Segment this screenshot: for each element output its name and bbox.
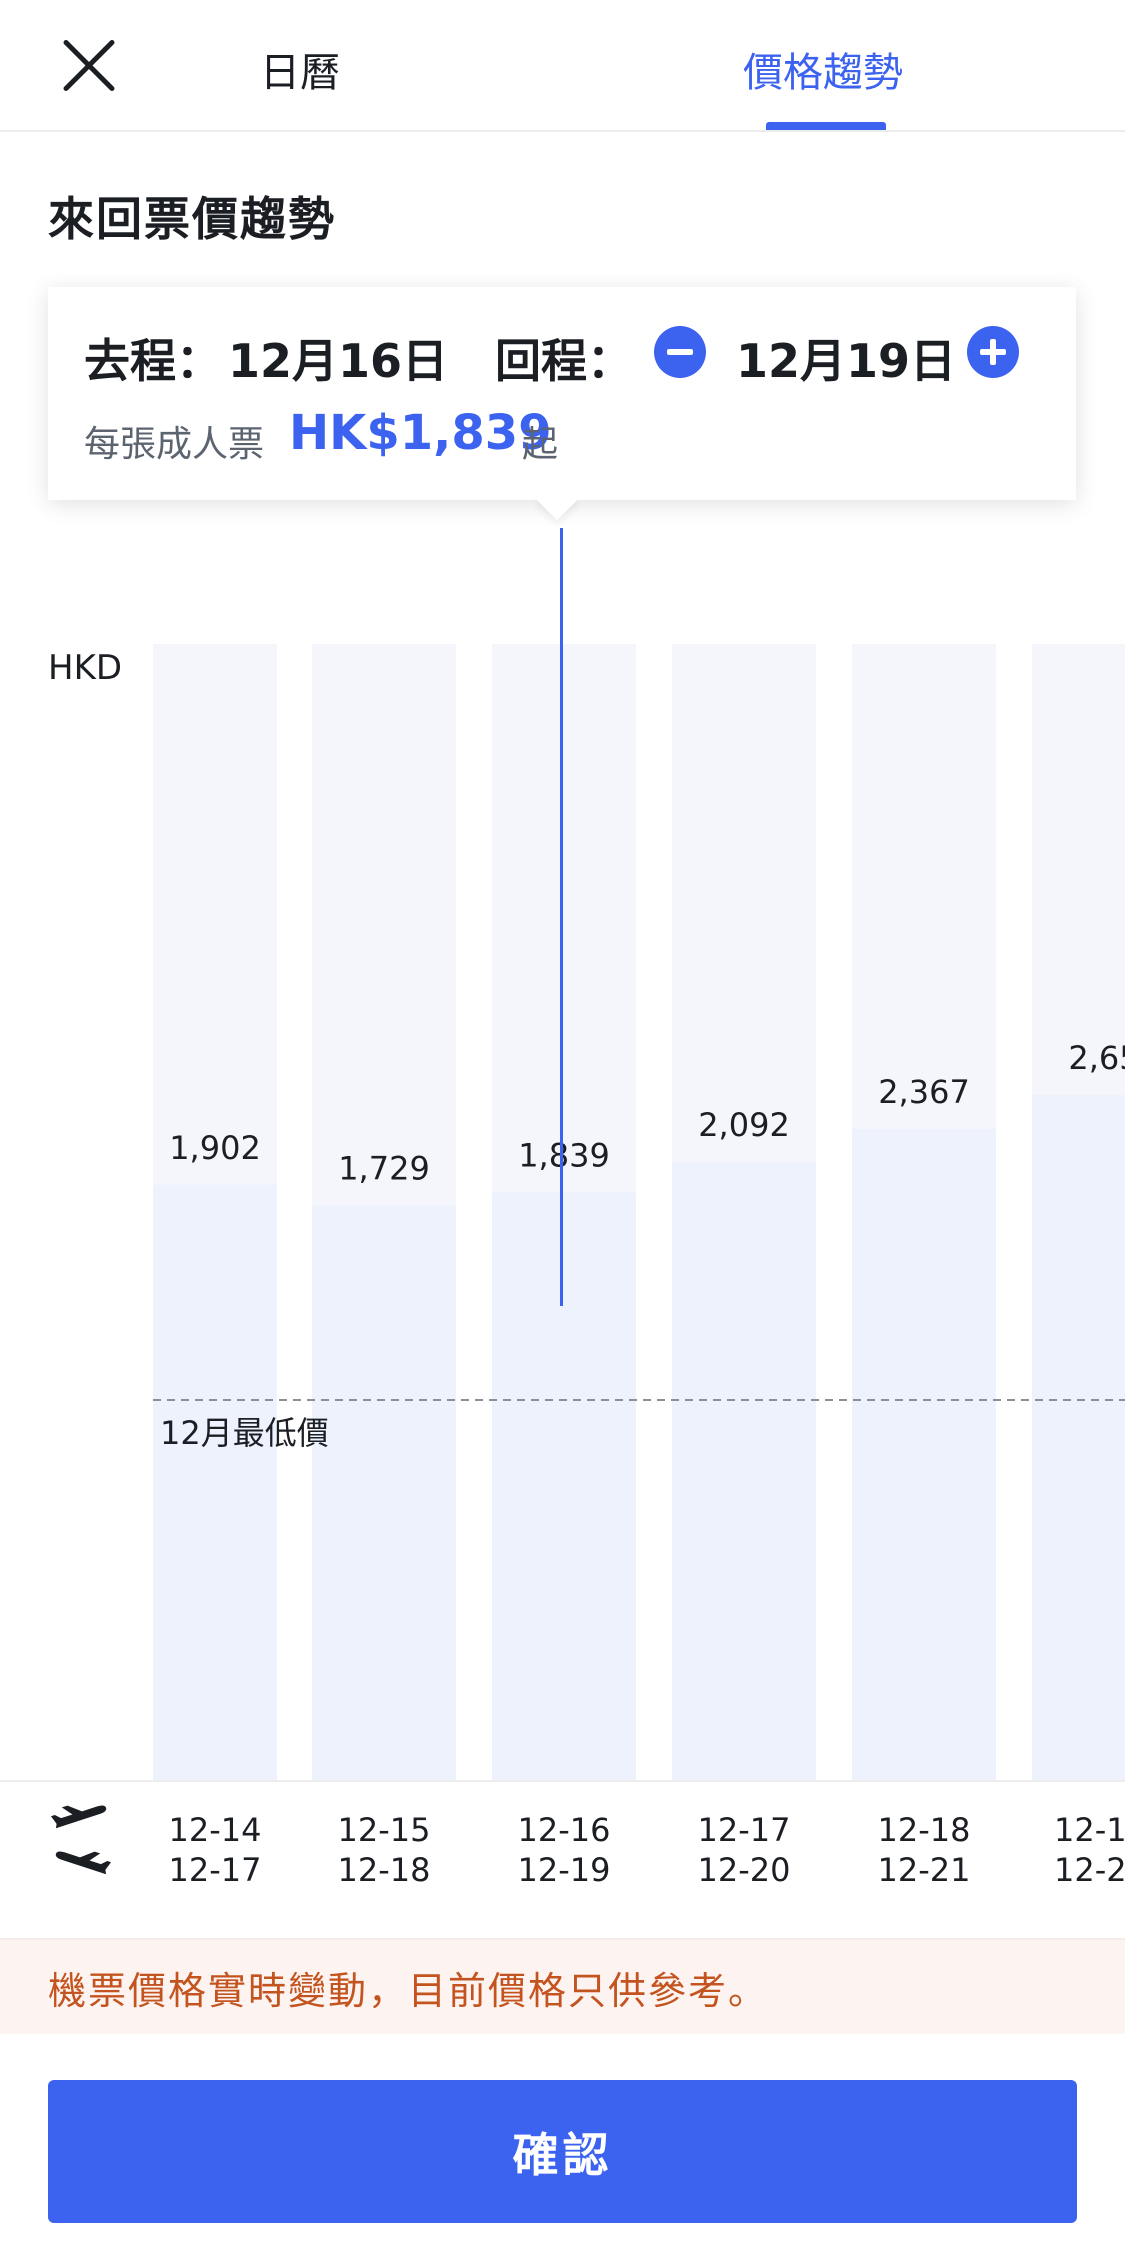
return-date: 12月19日 xyxy=(736,334,957,388)
plane-return-icon xyxy=(55,1851,112,1875)
return-date-label: 12-17 xyxy=(168,1851,262,1889)
lowest-price-label: 12月最低價 xyxy=(160,1414,329,1452)
price-bar[interactable] xyxy=(852,1128,996,1780)
price-value: HK$1,839 xyxy=(289,405,552,461)
return-date-label: 12-21 xyxy=(877,1851,971,1889)
outbound-label: 去程： xyxy=(84,334,222,388)
bar-value-label: 2,367 xyxy=(878,1073,970,1111)
price-notice-text: 機票價格實時變動，目前價格只供參考。 xyxy=(48,1969,769,2013)
bar-value-label: 1,902 xyxy=(169,1129,261,1167)
confirm-button[interactable]: 確認 xyxy=(48,2080,1077,2223)
return-date-label: 12-18 xyxy=(337,1851,431,1889)
selection-card xyxy=(48,287,1076,500)
close-icon[interactable] xyxy=(58,34,120,96)
outbound-date: 12月16日 xyxy=(228,334,449,388)
bar-value-label: 1,839 xyxy=(518,1136,610,1174)
depart-date-label: 12-17 xyxy=(697,1811,791,1849)
tab-price-trend[interactable]: 價格趨勢 xyxy=(743,40,903,98)
price-bar[interactable] xyxy=(492,1192,636,1780)
price-suffix: 起 xyxy=(522,424,559,465)
return-date-label: 12-20 xyxy=(697,1851,791,1889)
return-date-label: 12-2 xyxy=(1054,1851,1125,1889)
depart-date-label: 12-16 xyxy=(517,1811,611,1849)
axis-divider xyxy=(0,1780,1125,1782)
plane-depart-icon xyxy=(50,1805,107,1829)
return-date-label: 12-19 xyxy=(517,1851,611,1889)
depart-date-label: 12-18 xyxy=(877,1811,971,1849)
depart-date-label: 12-1 xyxy=(1054,1811,1125,1849)
bar-value-label: 1,729 xyxy=(338,1150,430,1188)
price-prefix: 每張成人票 xyxy=(84,424,265,465)
depart-date-label: 12-15 xyxy=(337,1811,431,1849)
tab-calendar[interactable]: 日曆 xyxy=(260,40,340,98)
section-title: 來回票價趨勢 xyxy=(48,192,336,246)
price-bar[interactable] xyxy=(312,1205,456,1780)
header-divider xyxy=(0,130,1125,132)
depart-date-label: 12-14 xyxy=(168,1811,262,1849)
price-bar[interactable] xyxy=(153,1184,277,1780)
plus-icon[interactable] xyxy=(967,326,1019,378)
bar-value-label: 2,092 xyxy=(698,1106,790,1144)
selected-date-marker xyxy=(560,528,563,1306)
minus-icon[interactable] xyxy=(654,326,706,378)
price-bar[interactable] xyxy=(1032,1095,1125,1780)
price-bar[interactable] xyxy=(672,1161,816,1780)
return-label: 回程： xyxy=(495,334,633,388)
bar-value-label: 2,65 xyxy=(1068,1039,1125,1077)
